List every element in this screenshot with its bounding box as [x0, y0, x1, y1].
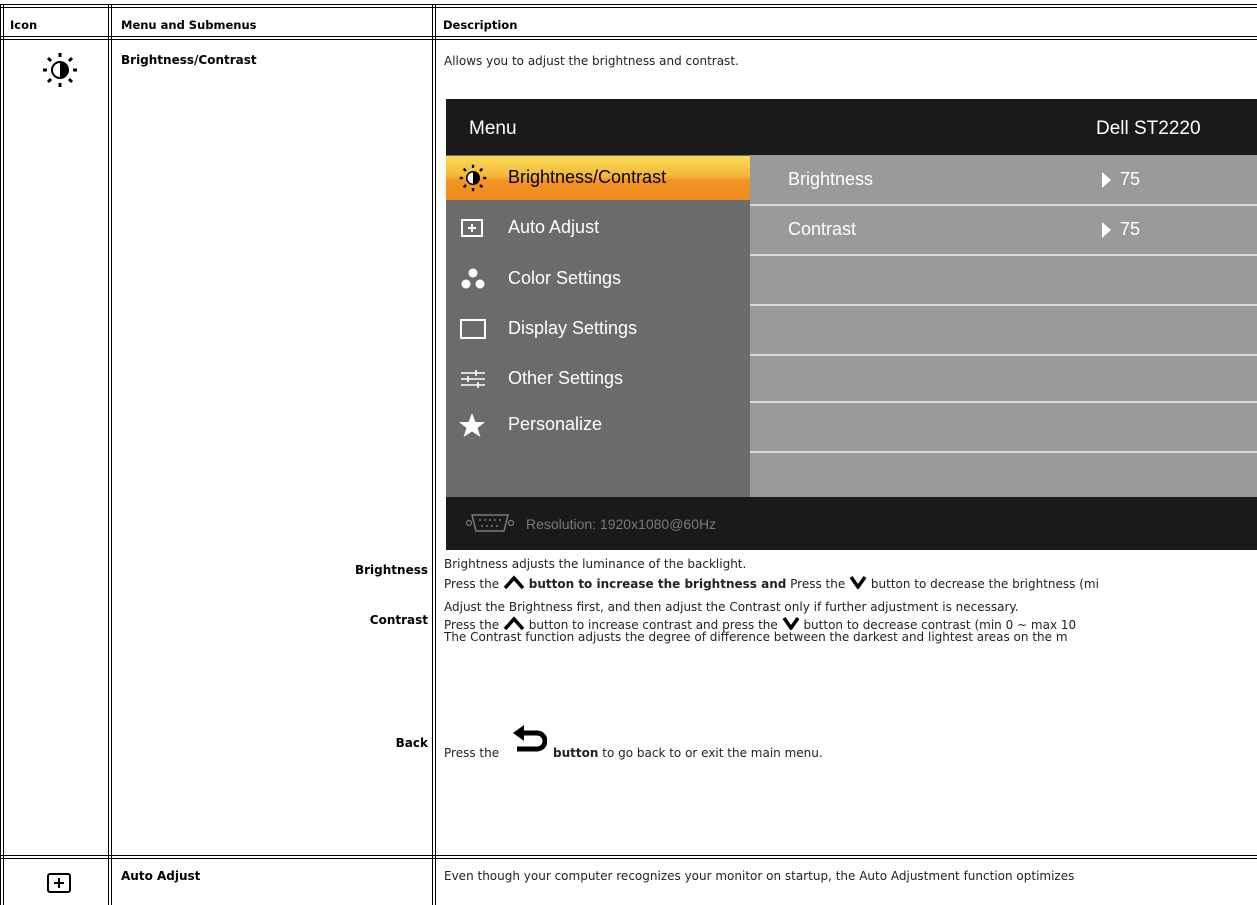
contrast-description-line1: Adjust the Brightness first, and then ad… — [444, 600, 1019, 614]
contrast-description-line3: The Contrast function adjusts the degree… — [444, 630, 1068, 644]
other-settings-icon — [461, 370, 485, 388]
header-menu: Menu and Submenus — [121, 18, 257, 32]
vga-connector-icon — [466, 514, 514, 532]
osd-setting-value: 75 — [1120, 219, 1141, 239]
osd-menu-item-display-settings[interactable]: Display Settings — [446, 307, 750, 351]
osd-setting-empty — [750, 306, 1257, 356]
osd-menu-item-label: Brightness/Contrast — [508, 167, 667, 187]
osd-title: Menu — [469, 118, 517, 139]
description-brightness-contrast: Allows you to adjust the brightness and … — [444, 54, 739, 68]
submenu-back-label: Back — [395, 736, 428, 750]
brightness-description-line2: Press the button to increase the brightn… — [444, 575, 1099, 591]
arrow-right-icon — [1102, 172, 1111, 188]
text-segment: to go back to or exit the main menu. — [602, 746, 823, 760]
header-description: Description — [443, 18, 518, 32]
text-segment: Press the — [790, 577, 846, 591]
osd-screenshot: Menu Dell ST2220 Brightness/Contrast Aut… — [446, 99, 1257, 550]
auto-adjust-icon — [461, 219, 483, 237]
submenu-contrast-label: Contrast — [369, 613, 428, 627]
down-arrow-icon — [782, 616, 800, 632]
text-segment: button to decrease the brightness (mi — [870, 577, 1099, 591]
osd-menu-item-label: Auto Adjust — [508, 217, 600, 237]
osd-setting-label: Brightness — [788, 169, 874, 189]
menu-name-auto-adjust: Auto Adjust — [121, 869, 201, 883]
osd-menu-item-color-settings[interactable]: Color Settings — [446, 257, 750, 301]
arrow-right-icon — [1102, 222, 1111, 238]
description-auto-adjust: Even though your computer recognizes you… — [444, 869, 1075, 883]
up-arrow-icon — [503, 616, 525, 631]
osd-setting-empty — [750, 403, 1257, 453]
osd-setting-empty — [750, 353, 1257, 403]
osd-menu-item-label: Color Settings — [508, 268, 622, 288]
brightness-contrast-icon — [43, 53, 77, 87]
osd-setting-value: 75 — [1120, 169, 1141, 189]
osd-setting-brightness[interactable]: Brightness 75 — [750, 156, 1257, 206]
brightness-contrast-icon — [459, 164, 487, 192]
osd-setting-contrast[interactable]: Contrast 75 — [750, 206, 1257, 256]
menu-name-brightness-contrast: Brightness/Contrast — [121, 53, 257, 67]
osd-menu-item-personalize[interactable]: Personalize — [446, 403, 750, 447]
osd-setting-empty — [750, 256, 1257, 306]
osd-menu-item-brightness-contrast[interactable]: Brightness/Contrast — [446, 156, 750, 200]
brightness-description-line1: Brightness adjusts the luminance of the … — [444, 557, 747, 571]
osd-menu-item-other-settings[interactable]: Other Settings — [446, 357, 750, 401]
osd-resolution: Resolution: 1920x1080@60Hz — [526, 516, 717, 532]
up-arrow-icon — [503, 575, 525, 590]
text-segment: button to increase the brightness and — [528, 577, 787, 591]
osd-model: Dell ST2220 — [1096, 118, 1201, 139]
back-description: Press the — [444, 746, 499, 760]
auto-adjust-icon — [47, 873, 71, 893]
submenu-brightness-label: Brightness — [354, 563, 428, 577]
back-description-rest: button to go back to or exit the main me… — [553, 746, 823, 760]
back-arrow-icon — [513, 725, 547, 752]
color-settings-icon — [461, 268, 485, 289]
osd-setting-label: Contrast — [788, 219, 857, 239]
display-settings-icon — [460, 319, 486, 339]
osd-menu-item-label: Personalize — [508, 414, 603, 434]
text-segment: button — [553, 746, 599, 760]
text-segment: Press the — [444, 746, 500, 760]
text-segment: Press the — [444, 577, 500, 591]
down-arrow-icon — [849, 575, 867, 591]
osd-menu-item-auto-adjust[interactable]: Auto Adjust — [446, 206, 750, 250]
header-icon: Icon — [10, 18, 38, 32]
osd-menu-item-label: Display Settings — [508, 318, 638, 338]
star-icon — [459, 413, 485, 437]
osd-menu-item-label: Other Settings — [508, 368, 624, 388]
